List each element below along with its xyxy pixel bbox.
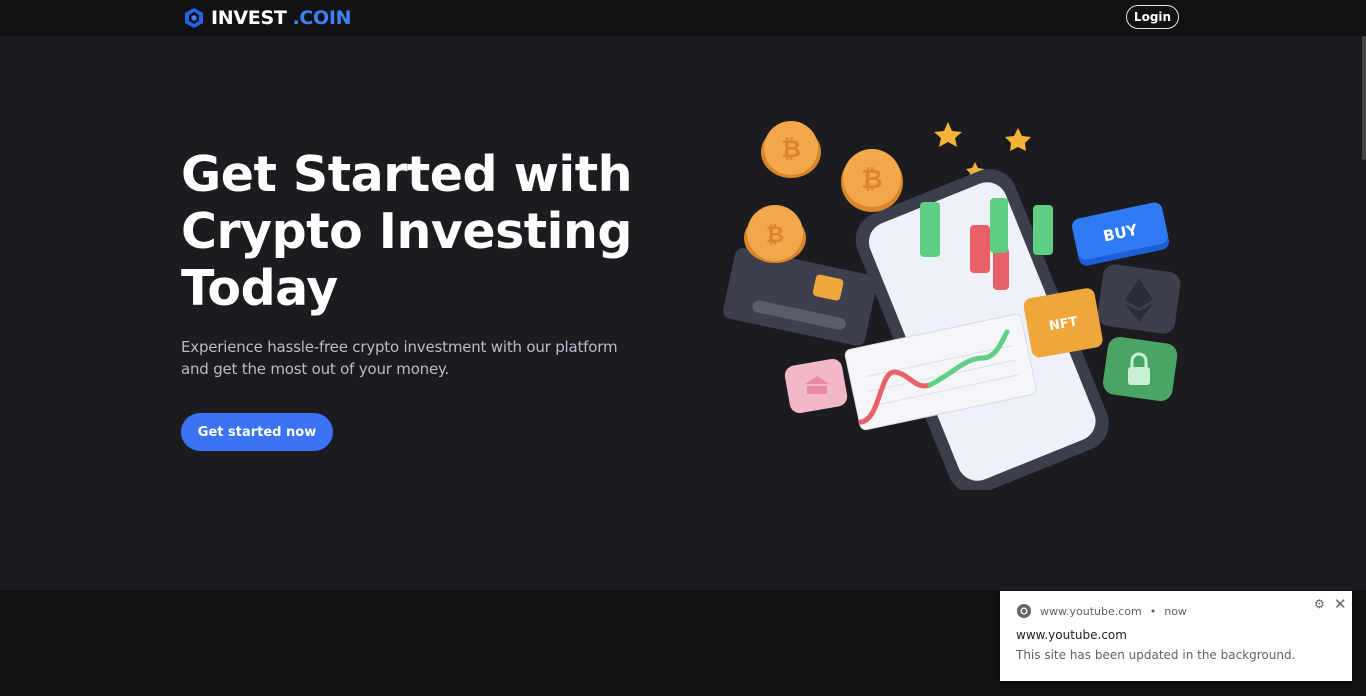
hero-title-line: Crypto Investing [181,203,632,260]
hero-title-line: Today [181,260,338,317]
hero-title: Get Started with Crypto Investing Today [181,146,661,317]
scrollbar-thumb[interactable] [1362,36,1366,160]
lock-icon [1128,367,1150,385]
lock-tile [1102,336,1178,402]
candle-green [1033,205,1053,255]
hero-subtitle-line: Experience hassle-free crypto investment… [181,338,618,356]
hero-subtitle: Experience hassle-free crypto investment… [181,336,641,380]
hero-subtitle-line: and get the most out of your money. [181,360,450,378]
notification-source: www.youtube.com [1040,604,1142,618]
bitcoin-coin-icon: ₿ [841,149,903,212]
candle-green [920,202,940,257]
notification-body: This site has been updated in the backgr… [1016,648,1296,662]
top-navbar: INVEST .COIN Login [0,0,1366,36]
notification-title: www.youtube.com [1016,628,1127,642]
buy-tile: BUY [1072,202,1170,266]
notification-time: now [1164,604,1187,618]
candle-red [993,248,1009,290]
cube-logo-icon [185,8,203,28]
close-icon[interactable]: ✕ [1334,595,1347,613]
brand-name: INVEST [211,7,287,29]
chrome-icon [1017,604,1031,618]
candle-green [990,198,1008,253]
svg-text:₿: ₿ [781,135,801,163]
bitcoin-coin-icon: ₿ [744,205,806,263]
login-button[interactable]: Login [1126,5,1179,29]
star-icon [1005,128,1031,151]
get-started-button[interactable]: Get started now [181,413,333,451]
bank-tile [784,358,848,414]
credit-card [723,248,877,346]
svg-text:₿: ₿ [861,165,882,195]
brand-logo[interactable]: INVEST .COIN [183,6,352,30]
browser-notification[interactable]: www.youtube.com • now ⚙ ✕ www.youtube.co… [1000,591,1352,681]
candle-red [970,225,990,273]
notification-header: www.youtube.com • now [1016,603,1187,619]
brand-suffix: .COIN [292,7,352,29]
crypto-phone-illustration: ₿ ₿ ₿ BUY NFT [723,121,1181,490]
separator-dot: • [1149,604,1157,618]
svg-text:₿: ₿ [766,223,784,248]
hero-title-line: Get Started with [181,146,633,203]
star-icon [934,122,962,147]
nft-tile: NFT [1023,288,1103,358]
gear-icon[interactable]: ⚙ [1314,597,1325,611]
bitcoin-coin-icon: ₿ [761,121,821,178]
ethereum-tile [1097,264,1181,334]
